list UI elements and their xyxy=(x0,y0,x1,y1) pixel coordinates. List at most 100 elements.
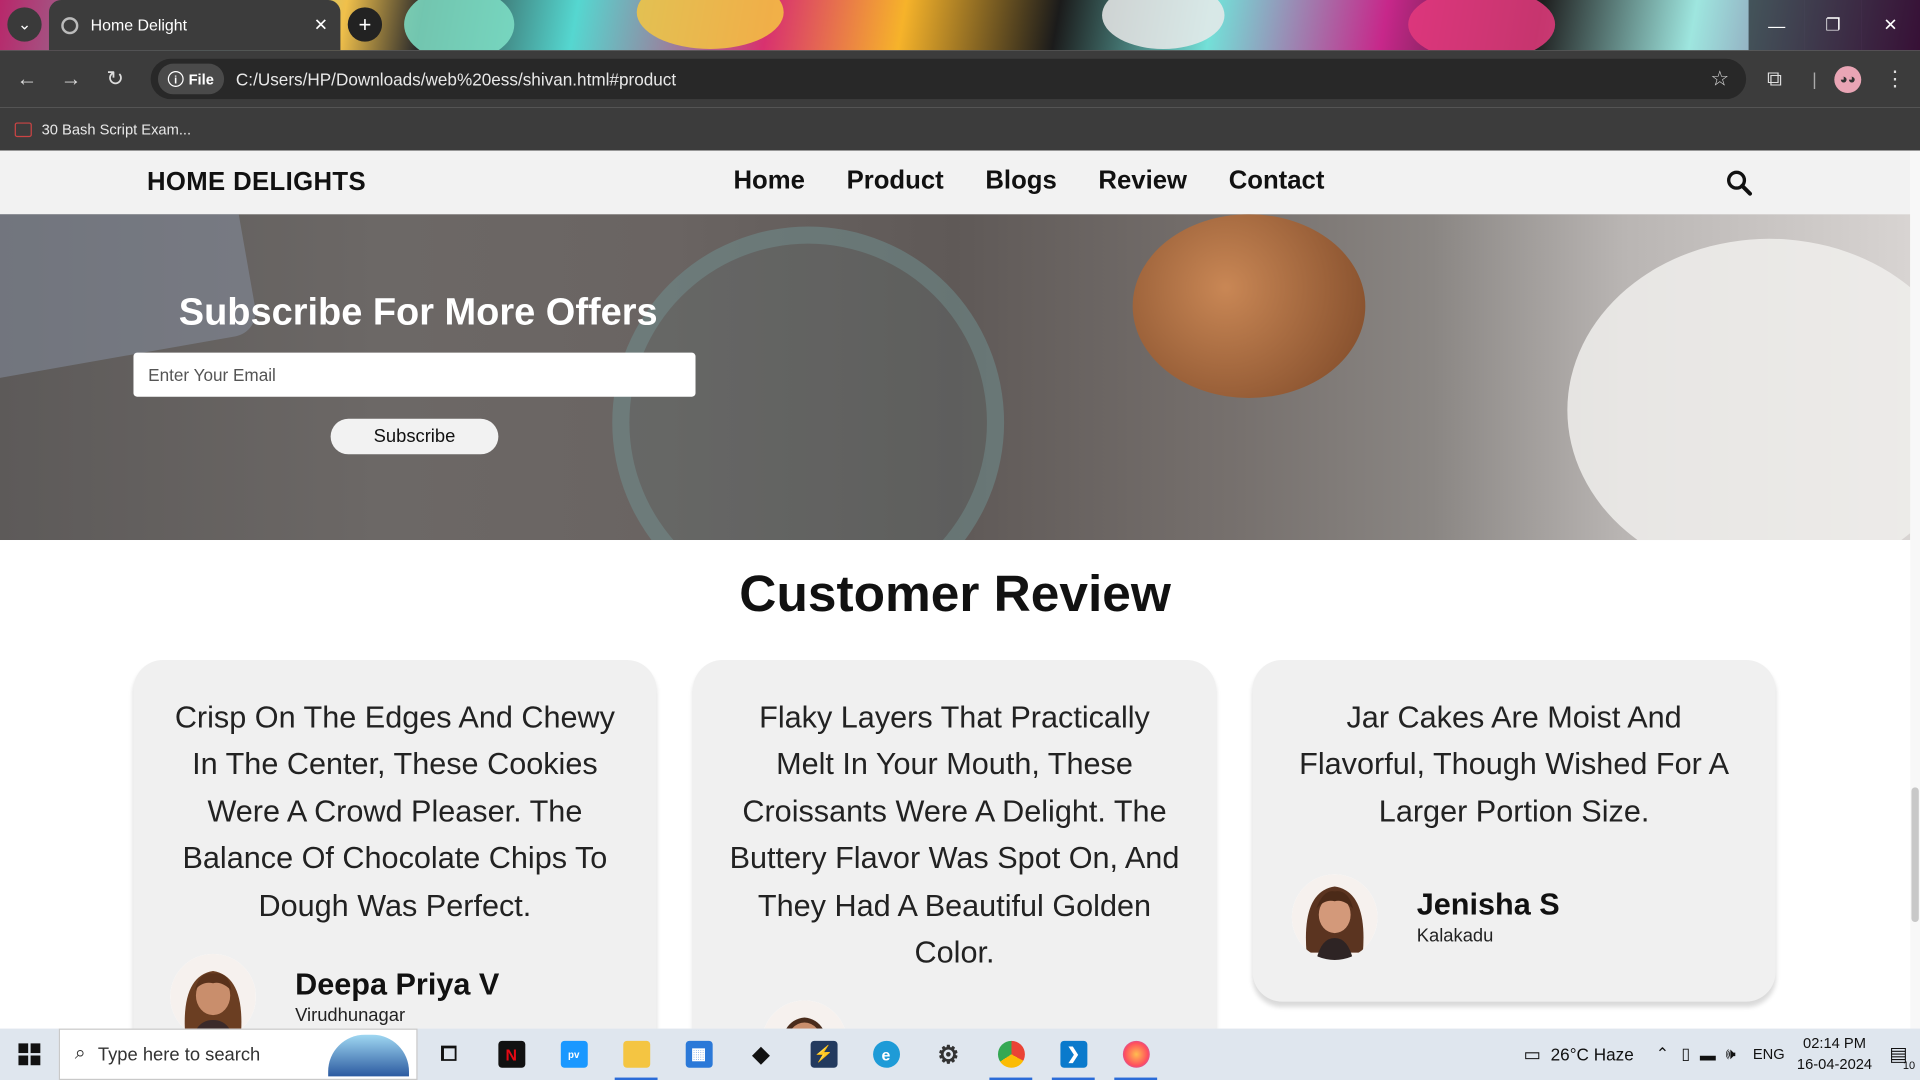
taskbar-search-box[interactable]: ⌕ Type here to search xyxy=(58,1028,418,1080)
folder-icon xyxy=(622,1040,650,1068)
store-icon: ▦ xyxy=(685,1040,713,1068)
weather-icon: ▭ xyxy=(1523,1044,1541,1066)
task-view-button[interactable]: ⧠ xyxy=(418,1029,480,1080)
back-icon[interactable]: ← xyxy=(5,67,49,91)
reviewer: Deepa Priya V Virudhunagar xyxy=(168,953,622,1029)
bookmark-favicon-icon xyxy=(14,121,32,137)
banner-bowl-shape xyxy=(1567,238,1911,541)
start-button[interactable] xyxy=(0,1043,59,1066)
netflix-icon: N xyxy=(497,1040,525,1068)
address-bar[interactable]: i File C:/Users/HP/Downloads/web%20ess/s… xyxy=(150,58,1747,100)
reviews-title: Customer Review xyxy=(739,564,1171,623)
site-info-label: File xyxy=(188,70,214,88)
reviewer-avatar xyxy=(170,953,256,1029)
file-explorer-app[interactable] xyxy=(605,1029,667,1080)
extensions-icon[interactable]: ⧉ xyxy=(1767,50,1782,108)
profile-button[interactable]: ◕◕ xyxy=(1834,50,1862,108)
tab-search-button[interactable]: ⌄ xyxy=(7,7,42,42)
prime-video-icon: pv xyxy=(560,1040,588,1068)
prime-video-app[interactable]: pv xyxy=(542,1029,604,1080)
vscode-app[interactable]: ❯ xyxy=(1042,1029,1104,1080)
notification-count: 10 xyxy=(1902,1059,1916,1072)
web-page: HOME DELIGHTS Home Product Blogs Review … xyxy=(0,150,1920,1029)
review-quote: Crisp On The Edges And Chewy In The Cent… xyxy=(174,700,615,923)
nav-home[interactable]: Home xyxy=(733,167,804,196)
dropbox-app[interactable]: ◆ xyxy=(730,1029,792,1080)
nav-blogs[interactable]: Blogs xyxy=(985,167,1056,196)
notification-icon[interactable]: ▤ 10 xyxy=(1889,1042,1915,1071)
chrome-app[interactable] xyxy=(980,1029,1042,1080)
avatar-girl-icon xyxy=(170,953,256,1029)
reviewer-name: Jenisha S xyxy=(1416,888,1560,923)
nav-product[interactable]: Product xyxy=(847,167,944,196)
restore-button[interactable]: ❐ xyxy=(1804,0,1862,51)
reviewer xyxy=(727,1000,1181,1029)
edge-icon: e xyxy=(872,1040,900,1068)
review-quote: Flaky Layers That Practically Melt In Yo… xyxy=(729,700,1180,970)
browser-tab-strip: ⌄ Home Delight ✕ + — ❐ ✕ xyxy=(0,0,1920,51)
subscribe-title: Subscribe For More Offers xyxy=(178,290,658,334)
site-header: HOME DELIGHTS Home Product Blogs Review … xyxy=(0,150,1911,215)
browser-toolbar: ← → ↻ i File C:/Users/HP/Downloads/web%2… xyxy=(0,50,1920,108)
terminal-icon: ⚡ xyxy=(810,1040,837,1068)
taskbar-search-placeholder: Type here to search xyxy=(97,1043,261,1065)
nav-review[interactable]: Review xyxy=(1098,167,1187,196)
edge-app[interactable]: e xyxy=(855,1029,917,1080)
reviewer-location: Kalakadu xyxy=(1416,925,1494,947)
close-window-button[interactable]: ✕ xyxy=(1861,0,1920,51)
reviewer: Jenisha S Kalakadu xyxy=(1287,874,1741,961)
email-input[interactable] xyxy=(133,352,696,397)
profile-avatar-icon: ◕◕ xyxy=(1834,65,1862,93)
reviewer-location: Virudhunagar xyxy=(295,1005,406,1027)
chevron-up-icon[interactable]: ⌃ xyxy=(1656,1044,1669,1064)
review-quote: Jar Cakes Are Moist And Flavorful, Thoug… xyxy=(1299,700,1730,829)
banner-egg-shape xyxy=(1132,214,1366,398)
menu-kebab-icon[interactable]: ⋮ xyxy=(1885,50,1906,108)
clock[interactable]: 02:14 PM 16-04-2024 xyxy=(1797,1033,1872,1075)
page-scrollbar[interactable] xyxy=(1910,150,1920,1029)
task-view-icon: ⧠ xyxy=(440,1042,458,1066)
subscribe-banner: Subscribe For More Offers Subscribe xyxy=(0,214,1911,541)
site-logo[interactable]: HOME DELIGHTS xyxy=(147,168,366,197)
minimize-button[interactable]: — xyxy=(1748,0,1805,51)
language-indicator[interactable]: ENG xyxy=(1753,1046,1785,1063)
system-tray: ▭ 26°C Haze ⌃ ▯ ▬ 🕪 ENG 02:14 PM 16-04-2… xyxy=(1523,1029,1920,1080)
powershell-app[interactable]: ⚡ xyxy=(792,1029,854,1080)
forward-icon[interactable]: → xyxy=(49,67,93,91)
main-nav: Home Product Blogs Review Contact xyxy=(733,167,1324,196)
browser-tab[interactable]: Home Delight ✕ xyxy=(48,0,341,51)
avatar-girl-icon xyxy=(1291,874,1378,961)
subscribe-button[interactable]: Subscribe xyxy=(330,418,499,455)
bookmark-item[interactable]: 30 Bash Script Exam... xyxy=(42,121,191,138)
reload-icon[interactable]: ↻ xyxy=(93,67,137,91)
review-card: Crisp On The Edges And Chewy In The Cent… xyxy=(133,660,657,1029)
netflix-app[interactable]: N xyxy=(480,1029,542,1080)
review-card: Jar Cakes Are Moist And Flavorful, Thoug… xyxy=(1252,660,1776,1002)
windows-logo-icon xyxy=(18,1043,41,1066)
tab-title: Home Delight xyxy=(90,15,188,35)
bookmark-star-icon[interactable]: ☆ xyxy=(1710,67,1729,91)
device-icon[interactable]: ▯ xyxy=(1681,1044,1690,1064)
scrollbar-thumb[interactable] xyxy=(1911,787,1919,923)
nav-contact[interactable]: Contact xyxy=(1229,167,1325,196)
globe-icon xyxy=(61,16,79,34)
site-info-chip[interactable]: i File xyxy=(157,63,224,95)
weather-text[interactable]: 26°C Haze xyxy=(1551,1044,1634,1064)
gear-icon: ⚙ xyxy=(937,1041,960,1069)
new-tab-button[interactable]: + xyxy=(347,7,383,42)
settings-app[interactable]: ⚙ xyxy=(917,1029,979,1080)
volume-icon[interactable]: 🕪 xyxy=(1726,1044,1736,1064)
avatar-girl-icon xyxy=(764,1000,845,1029)
dropbox-icon: ◆ xyxy=(752,1041,770,1066)
chrome-icon xyxy=(997,1040,1025,1068)
url-text[interactable]: C:/Users/HP/Downloads/web%20ess/shivan.h… xyxy=(236,69,1710,89)
search-highlight-art xyxy=(328,1034,409,1077)
clock-date: 16-04-2024 xyxy=(1796,1055,1873,1073)
reviewer-avatar xyxy=(761,1000,848,1029)
search-icon[interactable] xyxy=(1725,169,1752,196)
firefox-app[interactable] xyxy=(1104,1029,1166,1080)
microsoft-store-app[interactable]: ▦ xyxy=(667,1029,729,1080)
battery-icon[interactable]: ▬ xyxy=(1700,1045,1716,1063)
close-tab-icon[interactable]: ✕ xyxy=(314,15,328,36)
review-card: Flaky Layers That Practically Melt In Yo… xyxy=(693,660,1216,1029)
